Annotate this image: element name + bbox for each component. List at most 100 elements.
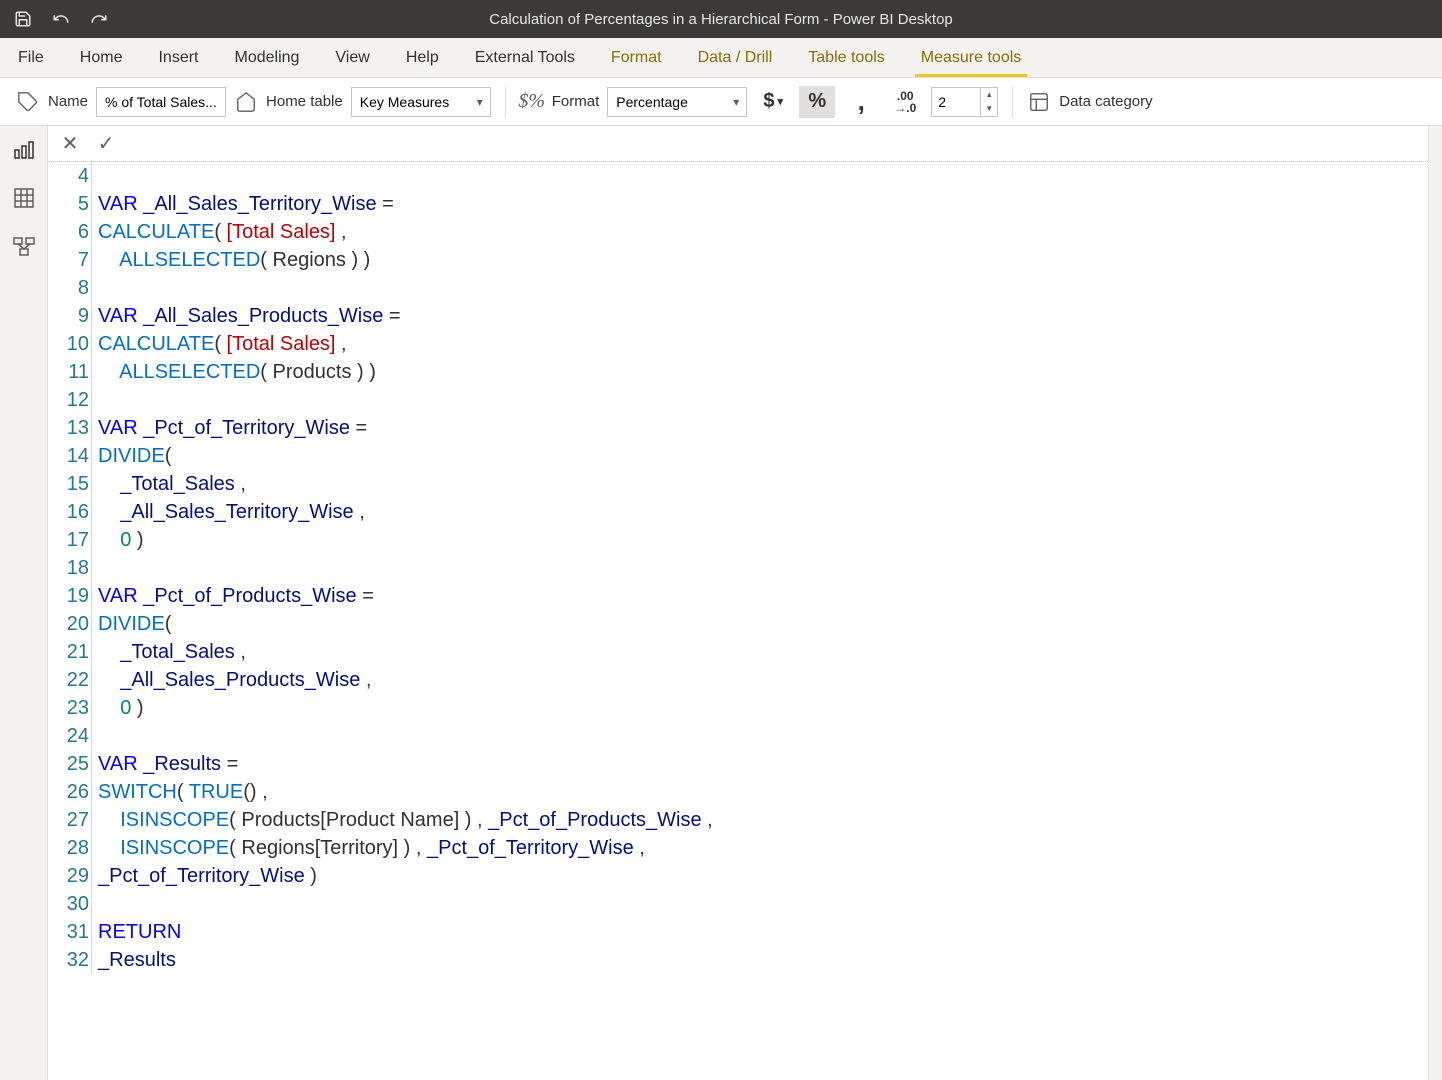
code-text[interactable] <box>96 162 98 190</box>
code-text[interactable] <box>96 890 98 918</box>
undo-icon[interactable] <box>52 10 70 28</box>
decimal-icon: .00→.0 <box>887 86 923 118</box>
code-line[interactable]: 14DIVIDE( <box>48 442 1428 470</box>
code-text[interactable]: VAR _Pct_of_Territory_Wise = <box>96 414 367 442</box>
code-text[interactable] <box>96 274 98 302</box>
code-line[interactable]: 32_Results <box>48 946 1428 974</box>
model-view-icon[interactable] <box>10 232 38 260</box>
tab-modeling[interactable]: Modeling <box>216 38 317 77</box>
redo-icon[interactable] <box>90 10 108 28</box>
code-text[interactable]: _Total_Sales , <box>96 638 246 666</box>
code-text[interactable]: ALLSELECTED( Products ) ) <box>96 358 376 386</box>
code-text[interactable]: DIVIDE( <box>96 610 171 638</box>
code-line[interactable]: 5VAR _All_Sales_Territory_Wise = <box>48 190 1428 218</box>
code-text[interactable]: _Pct_of_Territory_Wise ) <box>96 862 317 890</box>
decimal-spinner[interactable]: ▲ ▼ <box>931 87 998 117</box>
code-line[interactable]: 31RETURN <box>48 918 1428 946</box>
currency-button[interactable]: $ ▾ <box>755 86 791 118</box>
code-text[interactable]: ISINSCOPE( Products[Product Name] ) , _P… <box>96 806 713 834</box>
tab-format[interactable]: Format <box>593 38 680 77</box>
data-category-group: Data category <box>1027 90 1152 114</box>
code-line[interactable]: 26SWITCH( TRUE() , <box>48 778 1428 806</box>
code-line[interactable]: 9VAR _All_Sales_Products_Wise = <box>48 302 1428 330</box>
tab-insert[interactable]: Insert <box>140 38 216 77</box>
code-line[interactable]: 24 <box>48 722 1428 750</box>
code-line[interactable]: 7 ALLSELECTED( Regions ) ) <box>48 246 1428 274</box>
tab-data-drill[interactable]: Data / Drill <box>680 38 791 77</box>
code-text[interactable]: 0 ) <box>96 526 144 554</box>
tab-file[interactable]: File <box>0 38 62 77</box>
line-number: 16 <box>48 498 92 526</box>
code-line[interactable]: 16 _All_Sales_Territory_Wise , <box>48 498 1428 526</box>
code-text[interactable]: ALLSELECTED( Regions ) ) <box>96 246 370 274</box>
code-line[interactable]: 17 0 ) <box>48 526 1428 554</box>
tab-help[interactable]: Help <box>388 38 457 77</box>
code-line[interactable]: 18 <box>48 554 1428 582</box>
code-text[interactable]: SWITCH( TRUE() , <box>96 778 268 806</box>
code-line[interactable]: 28 ISINSCOPE( Regions[Territory] ) , _Pc… <box>48 834 1428 862</box>
separator <box>1012 86 1013 118</box>
report-view-icon[interactable] <box>10 136 38 164</box>
code-line[interactable]: 11 ALLSELECTED( Products ) ) <box>48 358 1428 386</box>
code-text[interactable]: _Total_Sales , <box>96 470 246 498</box>
line-number: 26 <box>48 778 92 806</box>
code-text[interactable] <box>96 386 98 414</box>
dax-editor[interactable]: 45VAR _All_Sales_Territory_Wise =6CALCUL… <box>48 162 1428 1080</box>
code-line[interactable]: 8 <box>48 274 1428 302</box>
line-number: 21 <box>48 638 92 666</box>
code-text[interactable] <box>96 554 98 582</box>
code-text[interactable]: VAR _Results = <box>96 750 238 778</box>
comma-button[interactable]: , <box>843 86 879 118</box>
code-text[interactable]: VAR _All_Sales_Products_Wise = <box>96 302 401 330</box>
line-number: 14 <box>48 442 92 470</box>
code-line[interactable]: 13VAR _Pct_of_Territory_Wise = <box>48 414 1428 442</box>
code-line[interactable]: 22 _All_Sales_Products_Wise , <box>48 666 1428 694</box>
code-line[interactable]: 4 <box>48 162 1428 190</box>
code-line[interactable]: 20DIVIDE( <box>48 610 1428 638</box>
code-text[interactable]: VAR _Pct_of_Products_Wise = <box>96 582 374 610</box>
cancel-formula-icon[interactable]: ✕ <box>56 130 84 158</box>
right-pane-edge[interactable] <box>1428 126 1442 1080</box>
percent-button[interactable]: % <box>799 86 835 118</box>
code-line[interactable]: 29_Pct_of_Territory_Wise ) <box>48 862 1428 890</box>
name-input[interactable] <box>96 87 226 117</box>
tab-measure-tools[interactable]: Measure tools <box>903 38 1040 77</box>
code-text[interactable] <box>96 722 98 750</box>
decimal-input[interactable] <box>931 87 981 117</box>
code-text[interactable]: _Results <box>96 946 176 974</box>
home-table-select[interactable]: Key Measures <box>351 87 491 117</box>
tab-table-tools[interactable]: Table tools <box>790 38 903 77</box>
tab-home[interactable]: Home <box>62 38 141 77</box>
line-number: 30 <box>48 890 92 918</box>
commit-formula-icon[interactable]: ✓ <box>92 130 120 158</box>
tab-view[interactable]: View <box>317 38 387 77</box>
tab-external-tools[interactable]: External Tools <box>457 38 593 77</box>
code-line[interactable]: 12 <box>48 386 1428 414</box>
code-text[interactable]: CALCULATE( [Total Sales] , <box>96 218 347 246</box>
code-text[interactable]: DIVIDE( <box>96 442 171 470</box>
format-select[interactable]: Percentage <box>607 87 747 117</box>
code-line[interactable]: 30 <box>48 890 1428 918</box>
decimal-down[interactable]: ▼ <box>981 102 997 116</box>
save-icon[interactable] <box>14 10 32 28</box>
code-text[interactable]: VAR _All_Sales_Territory_Wise = <box>96 190 394 218</box>
code-line[interactable]: 23 0 ) <box>48 694 1428 722</box>
code-line[interactable]: 6CALCULATE( [Total Sales] , <box>48 218 1428 246</box>
code-text[interactable]: ISINSCOPE( Regions[Territory] ) , _Pct_o… <box>96 834 645 862</box>
code-line[interactable]: 27 ISINSCOPE( Products[Product Name] ) ,… <box>48 806 1428 834</box>
tag-icon <box>16 90 40 114</box>
code-line[interactable]: 19VAR _Pct_of_Products_Wise = <box>48 582 1428 610</box>
code-line[interactable]: 25VAR _Results = <box>48 750 1428 778</box>
data-view-icon[interactable] <box>10 184 38 212</box>
code-line[interactable]: 21 _Total_Sales , <box>48 638 1428 666</box>
code-text[interactable]: _All_Sales_Products_Wise , <box>96 666 371 694</box>
line-number: 8 <box>48 274 92 302</box>
code-line[interactable]: 15 _Total_Sales , <box>48 470 1428 498</box>
code-line[interactable]: 10CALCULATE( [Total Sales] , <box>48 330 1428 358</box>
line-number: 23 <box>48 694 92 722</box>
decimal-up[interactable]: ▲ <box>981 88 997 102</box>
code-text[interactable]: _All_Sales_Territory_Wise , <box>96 498 365 526</box>
code-text[interactable]: CALCULATE( [Total Sales] , <box>96 330 347 358</box>
code-text[interactable]: 0 ) <box>96 694 144 722</box>
code-text[interactable]: RETURN <box>96 918 181 946</box>
